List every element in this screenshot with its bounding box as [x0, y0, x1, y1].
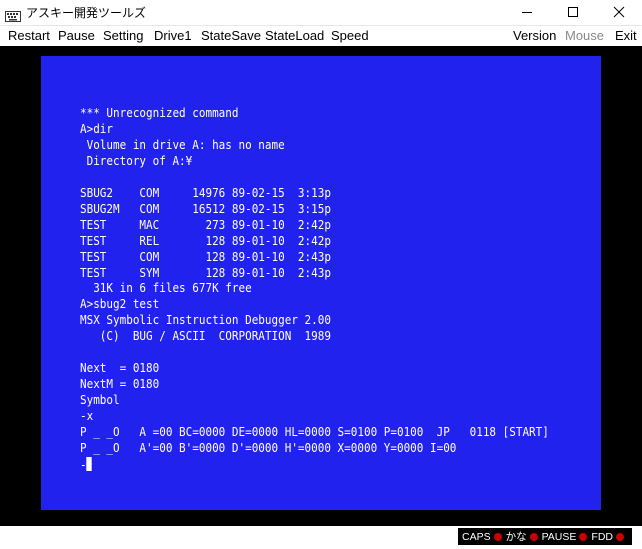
- menu-bar: Restart Pause Setting Drive1 StateSave S…: [0, 26, 642, 46]
- console-line: 31K in 6 files 677K free: [80, 281, 252, 296]
- minimize-icon: [521, 3, 533, 22]
- caps-indicator-label: CAPS: [461, 530, 491, 543]
- text-cursor: [86, 456, 93, 471]
- console-line: SBUG2M COM 16512 89-02-15 3:15p: [80, 201, 331, 216]
- console-line: NextM = 0180: [80, 377, 160, 392]
- maximize-icon: [567, 3, 579, 22]
- menu-restart[interactable]: Restart: [8, 28, 50, 43]
- pause-led-icon: [579, 532, 588, 541]
- menu-version[interactable]: Version: [513, 28, 556, 43]
- console-line: TEST MAC 273 89-01-10 2:42p: [80, 217, 331, 232]
- kana-led-icon: [529, 532, 538, 541]
- console-line: Next = 0180: [80, 361, 160, 376]
- console-line: Symbol: [80, 393, 120, 408]
- menu-statesave[interactable]: StateSave: [201, 28, 261, 43]
- indicator-panel: CAPS かな PAUSE FDD: [457, 528, 632, 545]
- console-line: (C) BUG / ASCII CORPORATION 1989: [80, 329, 331, 344]
- console-line: Volume in drive A: has no name: [80, 137, 285, 152]
- minimize-button[interactable]: [504, 0, 550, 25]
- keyboard-icon: [5, 7, 21, 22]
- console-line: TEST SYM 128 89-01-10 2:43p: [80, 265, 331, 280]
- maximize-button[interactable]: [550, 0, 596, 25]
- console-line: A>sbug2 test: [80, 297, 160, 312]
- menu-exit[interactable]: Exit: [615, 28, 637, 43]
- console-line: -x: [80, 409, 94, 424]
- console-line: MSX Symbolic Instruction Debugger 2.00: [80, 313, 331, 328]
- menu-drive1[interactable]: Drive1: [154, 28, 192, 43]
- pause-indicator-label: PAUSE: [541, 530, 577, 543]
- menu-mouse[interactable]: Mouse: [565, 28, 604, 43]
- status-bar: CAPS かな PAUSE FDD: [0, 526, 642, 549]
- console-line: A>dir: [80, 121, 114, 136]
- console-line: -: [80, 457, 87, 472]
- console-line: TEST COM 128 89-01-10 2:43p: [80, 249, 331, 264]
- console-line: SBUG2 COM 14976 89-02-15 3:13p: [80, 185, 331, 200]
- close-button[interactable]: [596, 0, 642, 25]
- console-line: TEST REL 128 89-01-10 2:42p: [80, 233, 331, 248]
- kana-indicator-label: かな: [505, 531, 527, 543]
- console-line: P _ _O A'=00 B'=0000 D'=0000 H'=0000 X=0…: [80, 441, 457, 456]
- console-output: *** Unrecognized command A>dir Volume in…: [80, 106, 549, 474]
- window-title: アスキー開発ツールズ: [26, 6, 147, 20]
- caps-led-icon: [493, 532, 502, 541]
- console-line: P _ _O A =00 BC=0000 DE=0000 HL=0000 S=0…: [80, 425, 549, 440]
- fdd-indicator-label: FDD: [591, 530, 613, 543]
- msx-screen[interactable]: *** Unrecognized command A>dir Volume in…: [41, 56, 601, 510]
- menu-speed[interactable]: Speed: [331, 28, 369, 43]
- close-icon: [613, 3, 625, 22]
- console-line: *** Unrecognized command: [80, 106, 239, 120]
- menu-setting[interactable]: Setting: [103, 28, 143, 43]
- title-bar[interactable]: アスキー開発ツールズ: [0, 0, 642, 26]
- menu-pause[interactable]: Pause: [58, 28, 95, 43]
- menu-stateload[interactable]: StateLoad: [265, 28, 324, 43]
- console-line: Directory of A:¥: [80, 153, 193, 168]
- fdd-led-icon: [616, 532, 624, 541]
- emulator-frame: *** Unrecognized command A>dir Volume in…: [0, 46, 642, 526]
